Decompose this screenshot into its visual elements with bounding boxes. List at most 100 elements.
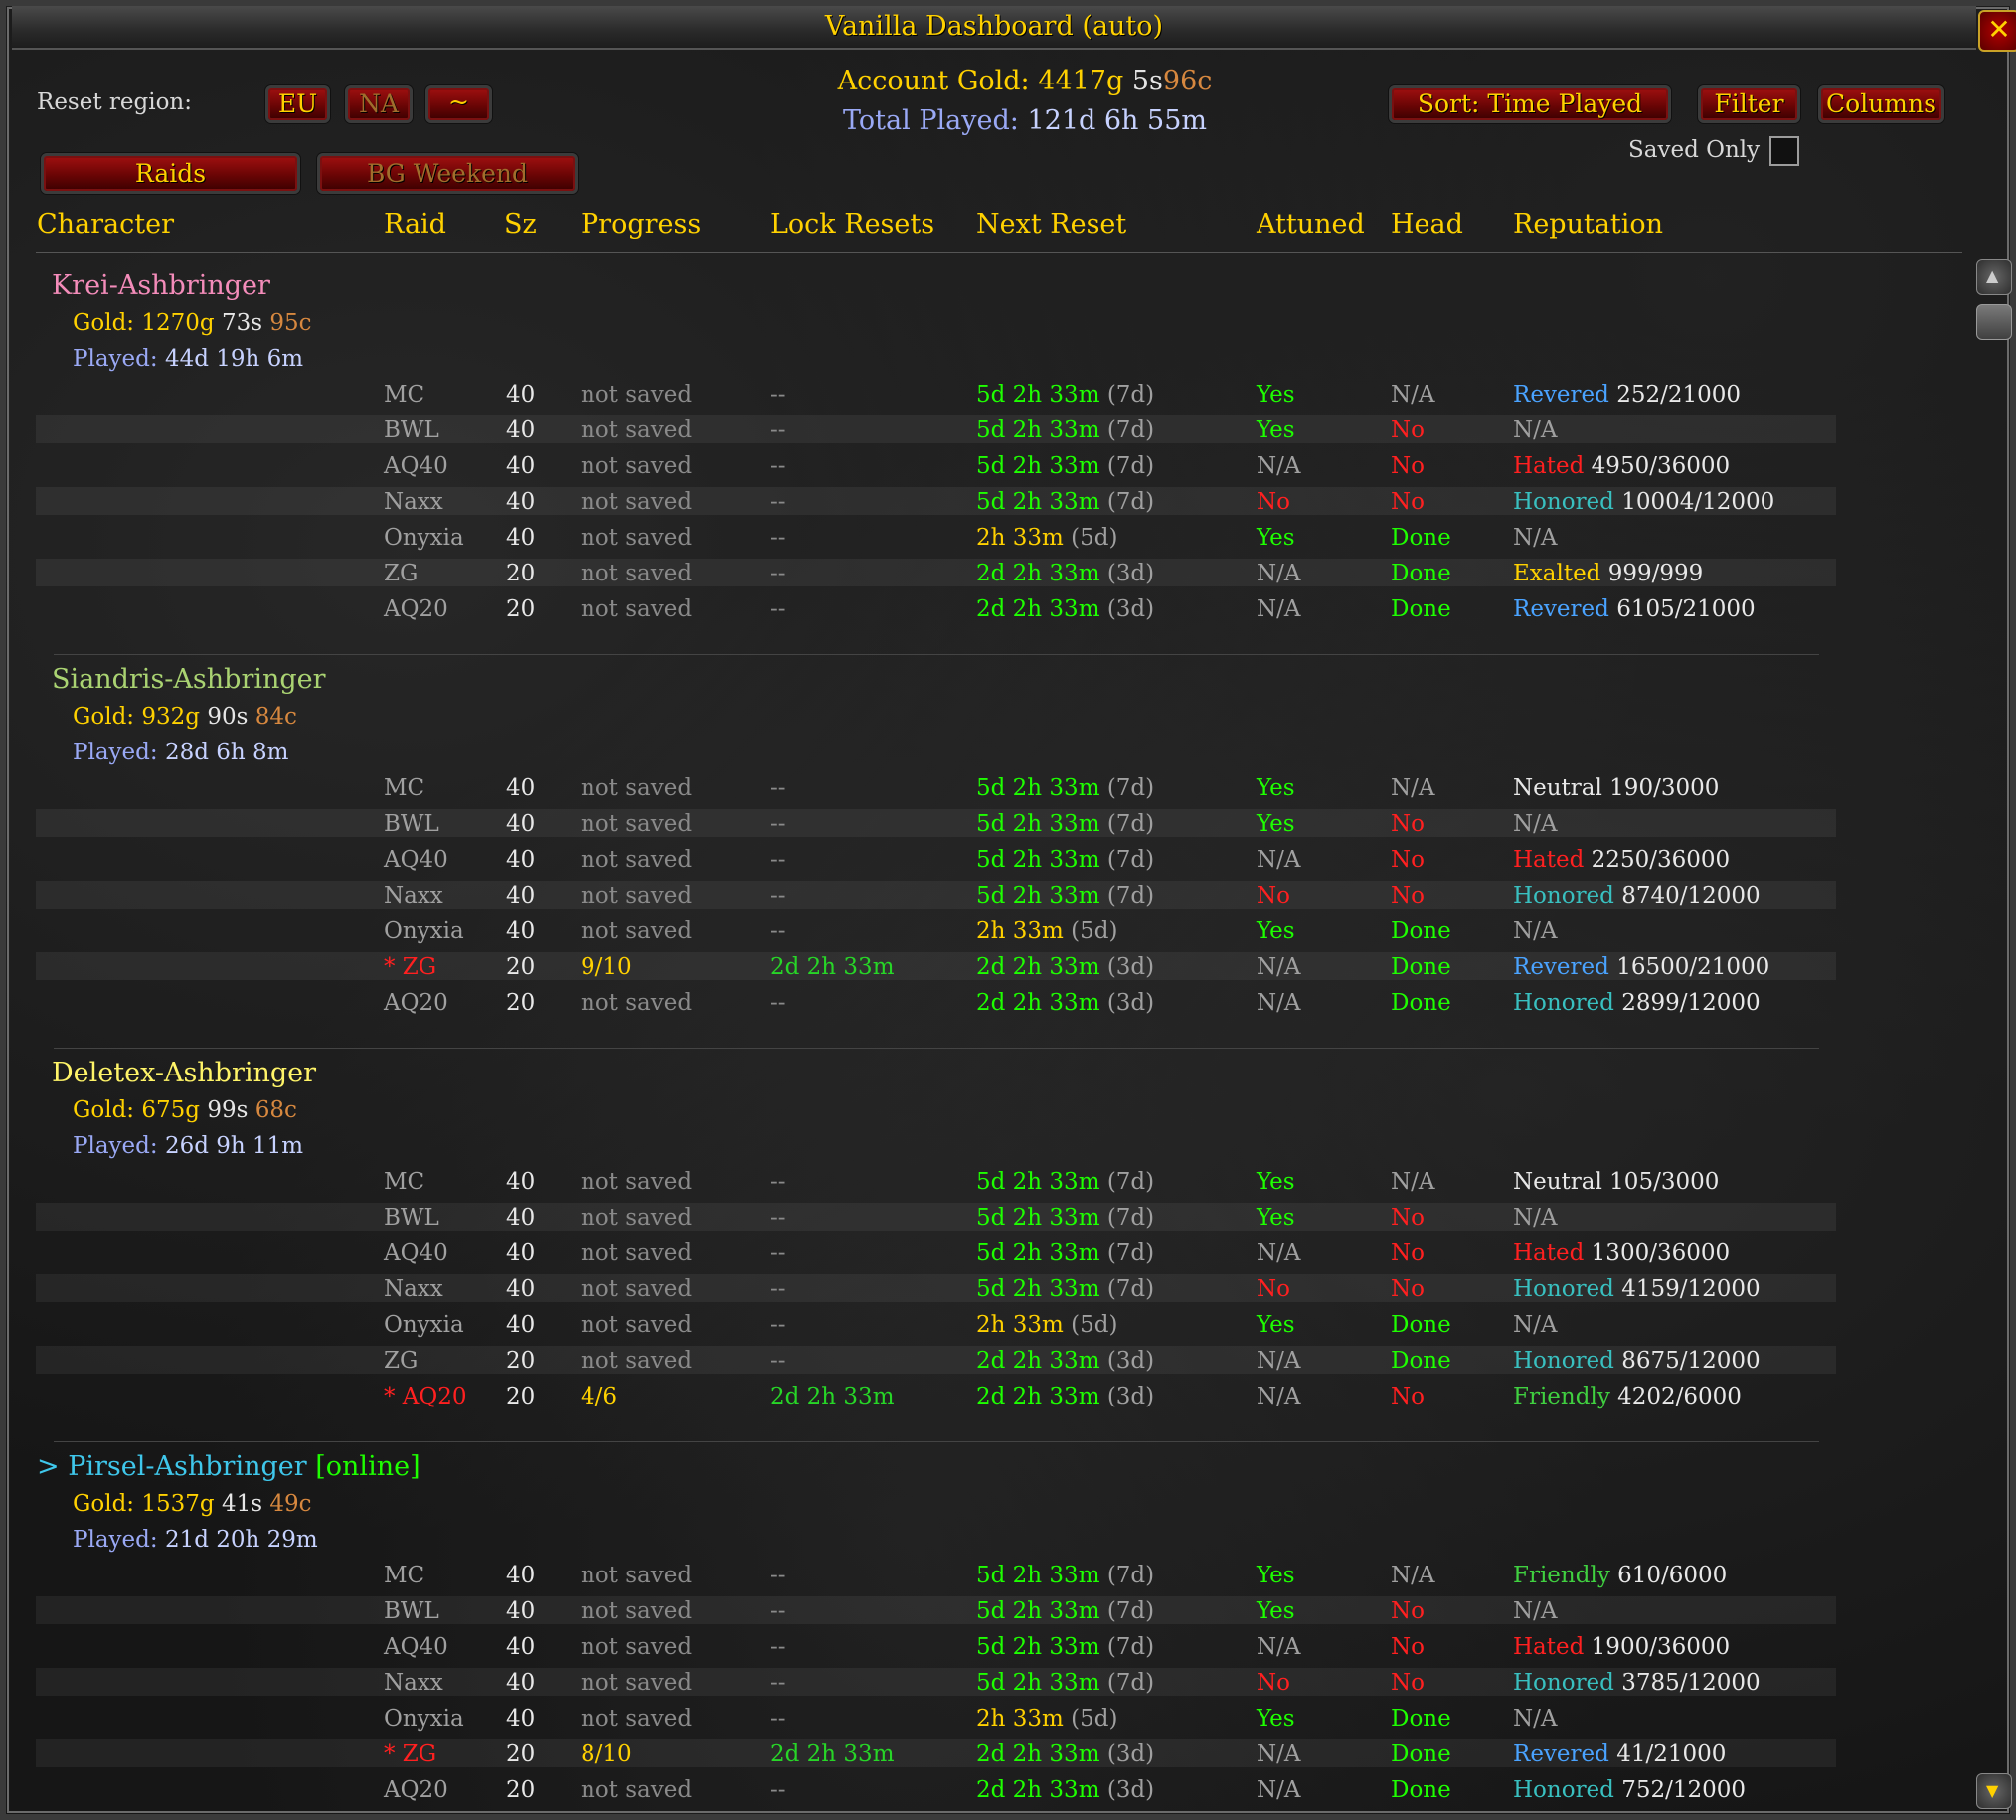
gold-s: 73s [221, 310, 263, 336]
title-bar[interactable]: Vanilla Dashboard (auto) [12, 6, 1976, 50]
region-eu-button[interactable]: EU [265, 85, 330, 123]
col-header-character[interactable]: Character [37, 209, 174, 240]
reputation-value: 190/3000 [1609, 775, 1720, 801]
reputation-value: 252/21000 [1616, 382, 1742, 408]
next-reset: 5d 2h 33m (7d) [976, 847, 1154, 873]
gold-g: 932g [141, 704, 200, 730]
col-header-progress[interactable]: Progress [581, 209, 701, 240]
next-reset-period: (3d) [1106, 1741, 1155, 1767]
character-name[interactable]: Krei-Ashbringer [52, 270, 270, 301]
character-name-text: Siandris-Ashbringer [52, 664, 326, 695]
character-name[interactable]: Siandris-Ashbringer [52, 664, 326, 695]
head-status: No [1391, 1205, 1425, 1231]
scrollbar-thumb[interactable] [1976, 304, 2012, 340]
raid-progress: not saved [581, 1563, 693, 1588]
next-reset-period: (7d) [1106, 883, 1155, 909]
reputation-standing: Revered [1513, 1741, 1609, 1767]
next-reset: 2d 2h 33m (3d) [976, 1384, 1154, 1409]
current-character-marker: > [37, 1451, 69, 1482]
next-reset-time: 2h 33m [976, 1312, 1064, 1338]
reputation-value: 1300/36000 [1591, 1241, 1731, 1266]
raid-size: 40 [506, 417, 536, 443]
raid-progress: not saved [581, 1598, 693, 1624]
saved-only-checkbox[interactable] [1769, 136, 1799, 166]
head-status: No [1391, 1241, 1425, 1266]
character-name[interactable]: > Pirsel-Ashbringer [online] [37, 1451, 420, 1482]
scroll-up-icon[interactable] [1976, 259, 2012, 295]
attuned-status: Yes [1257, 525, 1295, 551]
head-status: Done [1391, 954, 1451, 980]
attuned-status: Yes [1257, 1169, 1295, 1195]
reputation-standing: Revered [1513, 596, 1609, 622]
sort-button[interactable]: Sort: Time Played [1389, 85, 1671, 123]
col-header-attuned[interactable]: Attuned [1257, 209, 1365, 240]
raid-name: Naxx [384, 489, 443, 515]
head-status: No [1391, 453, 1425, 479]
next-reset: 2d 2h 33m (3d) [976, 1741, 1154, 1767]
col-header-head[interactable]: Head [1391, 209, 1463, 240]
gold-label: Gold: [73, 704, 135, 730]
raid-name: MC [384, 775, 425, 801]
next-reset: 2h 33m (5d) [976, 1706, 1117, 1732]
scroll-down-icon[interactable] [1976, 1773, 2012, 1809]
reputation: Revered 252/21000 [1513, 382, 1741, 408]
next-reset-period: (7d) [1106, 775, 1155, 801]
lock-resets: -- [770, 775, 786, 801]
character-played: Played: 21d 20h 29m [73, 1527, 318, 1553]
tab-raids[interactable]: Raids [41, 153, 300, 194]
attuned-status: N/A [1257, 990, 1301, 1016]
reputation-standing: Friendly [1513, 1384, 1610, 1409]
next-reset-time: 2h 33m [976, 525, 1064, 551]
col-header-lock-resets[interactable]: Lock Resets [770, 209, 934, 240]
raid-size: 20 [506, 1384, 536, 1409]
raid-name: Naxx [384, 883, 443, 909]
region-tilde-button[interactable]: ~ [425, 85, 492, 123]
raid-size: 40 [506, 1205, 536, 1231]
next-reset-period: (3d) [1106, 596, 1155, 622]
region-na-button[interactable]: NA [345, 85, 413, 123]
attuned-status: N/A [1257, 1348, 1301, 1374]
col-header-size[interactable]: Sz [504, 209, 537, 240]
reputation-value: 1900/36000 [1591, 1634, 1731, 1660]
columns-button[interactable]: Columns [1818, 85, 1944, 123]
raid-name: Naxx [384, 1670, 443, 1696]
lock-resets: -- [770, 1777, 786, 1803]
head-status: N/A [1391, 775, 1435, 801]
reputation-standing: Honored [1513, 489, 1614, 515]
next-reset-time: 5d 2h 33m [976, 1598, 1100, 1624]
raid-name: Onyxia [384, 525, 464, 551]
reputation-value: 4159/12000 [1621, 1276, 1761, 1302]
next-reset-period: (7d) [1106, 1169, 1155, 1195]
raid-size: 40 [506, 1670, 536, 1696]
close-icon[interactable]: ✕ [1978, 10, 2016, 52]
raid-progress: 4/6 [581, 1384, 618, 1409]
next-reset: 5d 2h 33m (7d) [976, 1598, 1154, 1624]
lock-resets: -- [770, 1205, 786, 1231]
raid-size: 40 [506, 525, 536, 551]
tab-bg-weekend[interactable]: BG Weekend [317, 153, 578, 194]
next-reset: 5d 2h 33m (7d) [976, 1670, 1154, 1696]
reputation-standing: Neutral [1513, 1169, 1602, 1195]
table-row-stripe [36, 809, 1836, 837]
attuned-status: Yes [1257, 775, 1295, 801]
next-reset-time: 5d 2h 33m [976, 883, 1100, 909]
next-reset-period: (3d) [1106, 1384, 1155, 1409]
reputation-standing: Honored [1513, 1276, 1614, 1302]
col-header-raid[interactable]: Raid [384, 209, 446, 240]
raid-progress: not saved [581, 596, 693, 622]
col-header-next-reset[interactable]: Next Reset [976, 209, 1126, 240]
character-name[interactable]: Deletex-Ashbringer [52, 1058, 316, 1088]
next-reset-period: (5d) [1071, 918, 1118, 944]
account-gold-c: 96c [1162, 66, 1213, 96]
head-status: No [1391, 1384, 1425, 1409]
col-header-reputation[interactable]: Reputation [1513, 209, 1663, 240]
raid-size: 40 [506, 1706, 536, 1732]
raid-name: AQ40 [384, 453, 448, 479]
raid-size: 40 [506, 811, 536, 837]
filter-button[interactable]: Filter [1698, 85, 1800, 123]
reputation: N/A [1513, 1205, 1557, 1231]
next-reset-period: (7d) [1106, 417, 1155, 443]
reputation-standing: Honored [1513, 990, 1614, 1016]
lock-resets: -- [770, 1241, 786, 1266]
attuned-status: Yes [1257, 811, 1295, 837]
